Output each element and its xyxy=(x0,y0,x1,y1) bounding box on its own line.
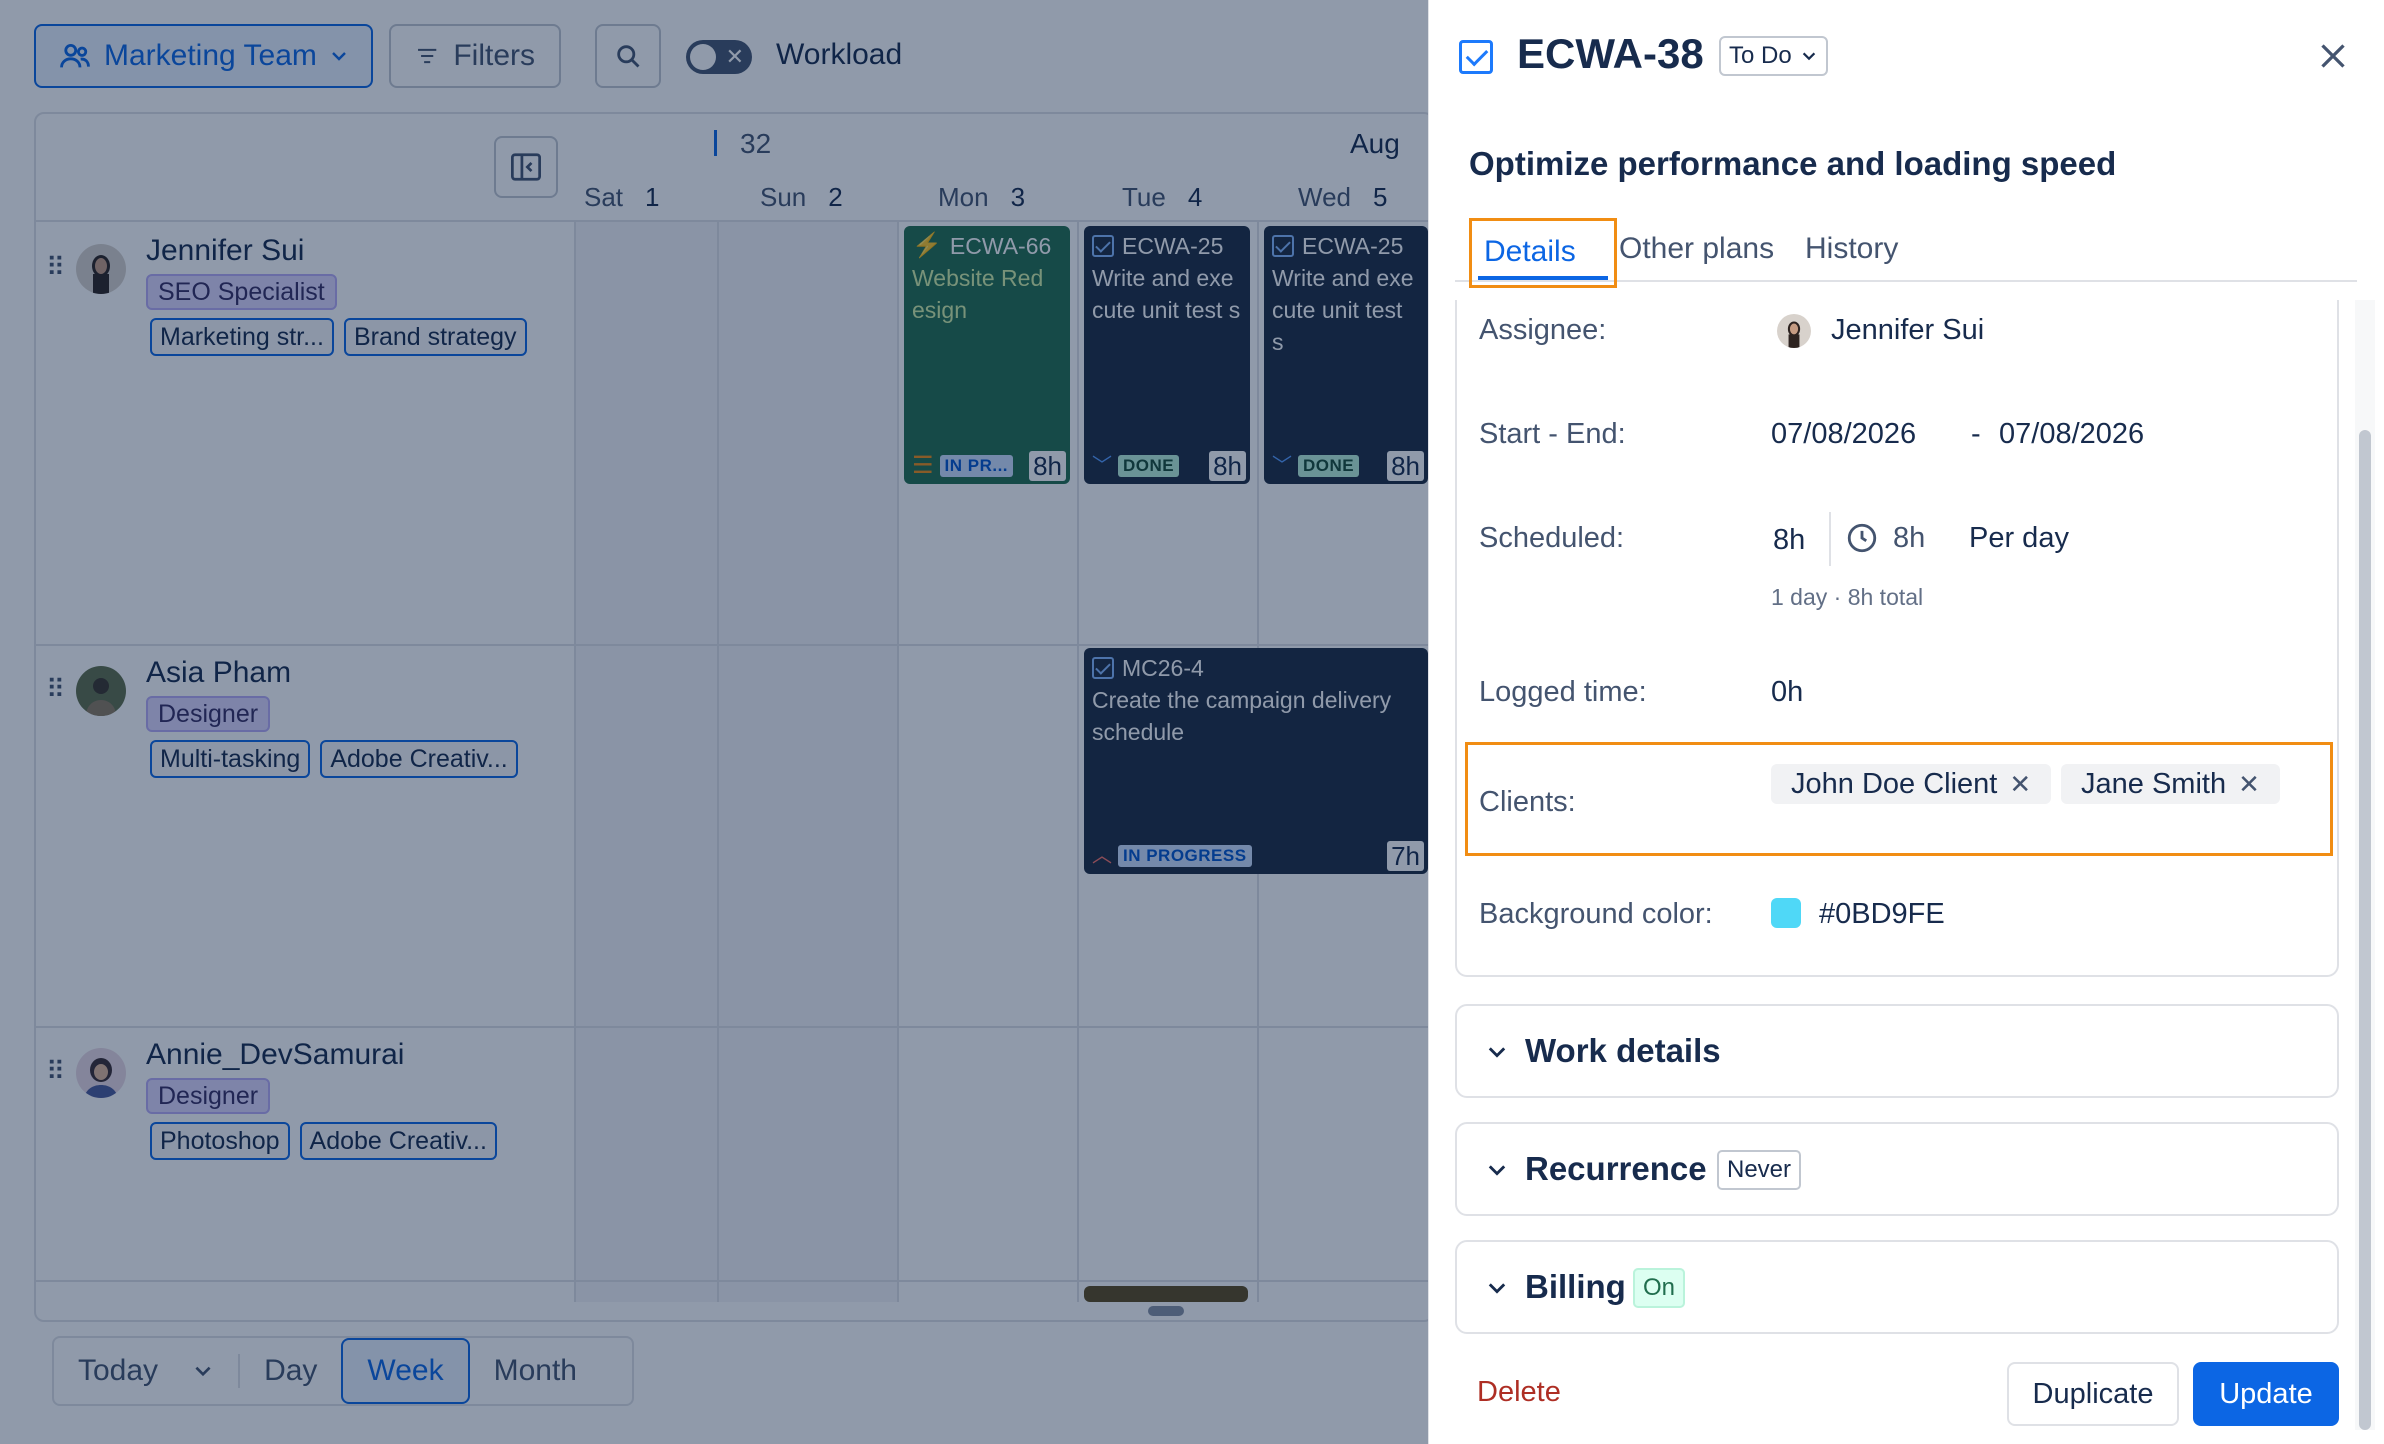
scheduled-summary: 1 day · 8h total xyxy=(1771,584,1924,610)
assignee-avatar xyxy=(1777,314,1811,348)
assignee-value[interactable]: Jennifer Sui xyxy=(1831,314,1984,347)
scheduled-hours-input[interactable]: 8h xyxy=(1773,524,1805,557)
chevron-down-icon xyxy=(1802,52,1815,61)
section-title: Work details xyxy=(1525,1032,1721,1069)
remove-client-icon[interactable]: ✕ xyxy=(2238,764,2260,804)
duplicate-button[interactable]: Duplicate xyxy=(2007,1362,2179,1426)
work-details-section[interactable]: Work details xyxy=(1455,1004,2339,1098)
background-color-label: Background color: xyxy=(1479,898,1713,930)
details-card xyxy=(1455,300,2339,977)
status-dropdown[interactable]: To Do xyxy=(1719,36,1828,76)
section-title: Billing xyxy=(1525,1268,1626,1305)
remove-client-icon[interactable]: ✕ xyxy=(2009,764,2031,804)
delete-button[interactable]: Delete xyxy=(1477,1376,1561,1409)
issue-detail-panel: ECWA-38 To Do Optimize performance and l… xyxy=(1428,0,2384,1444)
logged-time-value: 0h xyxy=(1771,676,1804,708)
scheduled-label: Scheduled: xyxy=(1479,522,1625,554)
clients-label: Clients: xyxy=(1479,786,1576,818)
tab-details[interactable]: Details xyxy=(1469,218,1617,288)
billing-section[interactable]: Billing On xyxy=(1455,1240,2339,1334)
scheduled-clock-value: 8h xyxy=(1893,522,1926,554)
tab-other-plans[interactable]: Other plans xyxy=(1619,232,1774,266)
chevron-down-icon xyxy=(1488,1283,1506,1294)
task-type-checkbox-icon xyxy=(1459,40,1493,74)
date-separator: - xyxy=(1971,418,1981,450)
section-title: Recurrence xyxy=(1525,1150,1707,1187)
billing-badge: On xyxy=(1633,1268,1686,1308)
recurrence-section[interactable]: Recurrence Never xyxy=(1455,1122,2339,1216)
issue-title: Optimize performance and loading speed xyxy=(1469,145,2117,182)
start-date-input[interactable]: 07/08/2026 xyxy=(1771,418,1916,451)
background-color-value[interactable]: #0BD9FE xyxy=(1819,898,1945,931)
color-swatch[interactable] xyxy=(1771,898,1801,928)
start-end-label: Start - End: xyxy=(1479,418,1626,450)
chevron-down-icon xyxy=(1488,1047,1506,1058)
scheduled-period-select[interactable]: Per day xyxy=(1969,522,2069,555)
modal-overlay[interactable] xyxy=(0,0,1428,1444)
divider xyxy=(1829,512,1831,566)
recurrence-badge: Never xyxy=(1717,1150,1802,1190)
logged-time-label: Logged time: xyxy=(1479,676,1647,708)
vertical-scrollbar[interactable] xyxy=(2359,430,2371,1430)
client-chip: John Doe Client ✕ xyxy=(1771,764,2052,804)
assignee-label: Assignee: xyxy=(1479,314,1607,346)
panel-tabs: Details Other plans History xyxy=(1455,210,2357,288)
client-chip: Jane Smith ✕ xyxy=(2061,764,2280,804)
chevron-down-icon xyxy=(1488,1165,1506,1176)
issue-key: ECWA-38 xyxy=(1517,30,1704,77)
clock-icon xyxy=(1847,523,1877,553)
end-date-input[interactable]: 07/08/2026 xyxy=(1999,418,2144,451)
update-button[interactable]: Update xyxy=(2193,1362,2339,1426)
tab-history[interactable]: History xyxy=(1805,232,1898,266)
active-tab-indicator xyxy=(1478,276,1608,280)
close-icon[interactable] xyxy=(2315,38,2351,74)
